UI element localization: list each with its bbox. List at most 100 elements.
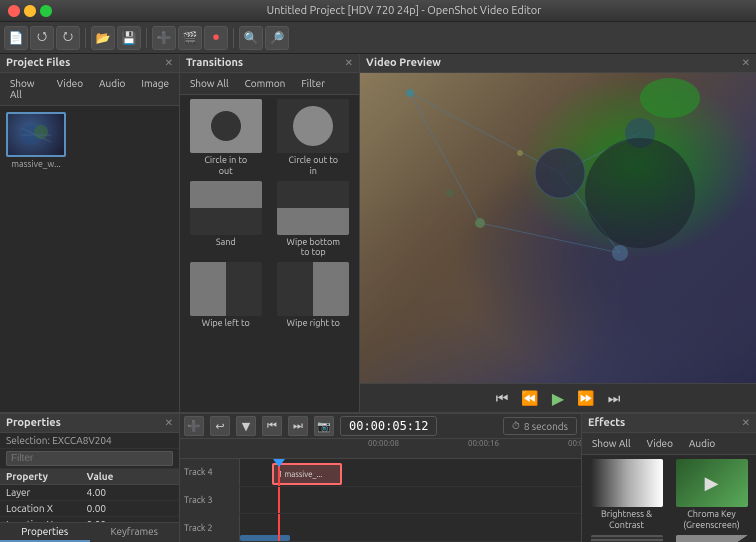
prop-locx-label: Location X — [0, 501, 81, 517]
close-button[interactable] — [8, 5, 20, 17]
track-4-area[interactable]: 1 massive_... — [240, 459, 581, 486]
prop-locx-value: 0.00 — [81, 501, 179, 517]
play-button[interactable]: ▶ — [547, 387, 569, 409]
properties-title: Properties — [6, 417, 61, 429]
effect-chromakey[interactable]: ▶ Chroma Key(Greenscreen) — [671, 459, 752, 531]
prop-layer-label: Layer — [0, 485, 81, 501]
project-files-panel: Project Files ✕ Show All Video Audio Ima… — [0, 54, 180, 412]
transitions-close[interactable]: ✕ — [345, 57, 353, 69]
effects-tab-audio[interactable]: Audio — [683, 436, 721, 451]
video-preview-title: Video Preview — [366, 57, 441, 69]
effects-title: Effects — [588, 417, 625, 429]
playhead[interactable] — [278, 459, 280, 486]
trans-tab-showall[interactable]: Show All — [184, 76, 235, 91]
video-preview-close[interactable]: ✕ — [742, 57, 750, 69]
tab-keyframes[interactable]: Keyframes — [90, 523, 180, 542]
timeline-prev-button[interactable]: ⏮ — [262, 416, 282, 436]
open-button[interactable]: 📂 — [91, 26, 115, 50]
effects-tab-showall[interactable]: Show All — [586, 436, 637, 451]
zoom-in-button[interactable]: 🔍 — [239, 26, 263, 50]
timeline-next-button[interactable]: ⏭ — [288, 416, 308, 436]
transition-circle-in[interactable]: Circle in toout — [184, 99, 268, 177]
rewind-to-start-button[interactable]: ⏮ — [491, 387, 513, 409]
track-3-label: Track 3 — [180, 487, 240, 514]
project-tab-image[interactable]: Image — [135, 76, 175, 102]
new-button[interactable]: 📄 — [4, 26, 28, 50]
timeline-snapshot-button[interactable]: 📷 — [314, 416, 334, 436]
file-thumb-inner — [8, 114, 64, 155]
effects-tabs: Show All Video Audio — [582, 433, 756, 455]
playhead-track2 — [278, 514, 280, 541]
timeline-undo-button[interactable]: ↩ — [210, 416, 230, 436]
window-controls[interactable] — [8, 5, 52, 17]
project-files-close[interactable]: ✕ — [165, 57, 173, 69]
prop-layer-value: 4.00 — [81, 485, 179, 501]
ruler-area: 00:00:08 00:00:16 00:00:24 00:00:32 — [300, 439, 581, 458]
track-3-area[interactable] — [240, 487, 581, 514]
track-3: Track 3 — [180, 487, 581, 515]
transition-wipe-bottom[interactable]: Wipe bottomto top — [272, 181, 356, 259]
fast-forward-button[interactable]: ⏩ — [575, 387, 597, 409]
main-area: Project Files ✕ Show All Video Audio Ima… — [0, 54, 756, 412]
transition-circle-out[interactable]: Circle out toin — [272, 99, 356, 177]
timeline-add-button[interactable]: ➕ — [184, 416, 204, 436]
preview-overlay — [360, 73, 756, 383]
effect-deinterlace-thumb — [591, 535, 663, 542]
transition-sand[interactable]: Sand — [184, 181, 268, 259]
effect-brightness[interactable]: Brightness &Contrast — [586, 459, 667, 531]
project-files-content: massive_w... — [0, 106, 179, 412]
window-title: Untitled Project [HDV 720 24p] - OpenSho… — [60, 5, 748, 17]
undo-button[interactable]: ⭯ — [30, 26, 54, 50]
record-button[interactable]: ⏺ — [204, 26, 228, 50]
track-4: Track 4 1 massive_... — [180, 459, 581, 487]
ruler-mark-8: 00:00:08 — [368, 439, 399, 448]
track-2-area[interactable] — [240, 514, 581, 541]
table-row: Location X 0.00 — [0, 501, 179, 517]
transition-wipe-left-label: Wipe left to — [202, 318, 250, 329]
transition-wipe-right[interactable]: Wipe right to — [272, 262, 356, 329]
transitions-tabs: Show All Common Filter — [180, 73, 359, 95]
file-item[interactable]: massive_w... — [6, 112, 66, 169]
toolbar-separator-2 — [146, 28, 147, 48]
transition-wipe-left[interactable]: Wipe left to — [184, 262, 268, 329]
clip-label: 1 massive_... — [278, 470, 322, 479]
effects-grid: Brightness &Contrast ▶ Chroma Key(Greens… — [582, 455, 756, 542]
skip-to-end-button[interactable]: ⏭ — [603, 387, 625, 409]
add-track-button[interactable]: ➕ — [152, 26, 176, 50]
effects-tab-video[interactable]: Video — [641, 436, 679, 451]
play-icon: ▶ — [705, 473, 719, 494]
preview-area — [360, 73, 756, 383]
project-tab-audio[interactable]: Audio — [93, 76, 131, 102]
project-tab-video[interactable]: Video — [51, 76, 89, 102]
playhead-marker — [273, 459, 285, 467]
effect-deinterlace[interactable]: Deinterlace — [586, 535, 667, 542]
save-button[interactable]: 💾 — [117, 26, 141, 50]
effects-close[interactable]: ✕ — [742, 417, 750, 429]
minimize-button[interactable] — [24, 5, 36, 17]
timeline-filter-button[interactable]: ▼ — [236, 416, 256, 436]
effect-brightness-thumb — [591, 459, 663, 507]
timeline-scroll-indicator[interactable] — [240, 535, 290, 541]
trans-tab-common[interactable]: Common — [239, 76, 292, 91]
transition-wipe-bottom-label: Wipe bottomto top — [286, 237, 340, 259]
tab-properties[interactable]: Properties — [0, 523, 90, 542]
properties-header: Properties ✕ — [0, 414, 179, 433]
file-thumbnail — [6, 112, 66, 157]
properties-filter-input[interactable] — [6, 451, 173, 466]
effect-chromakey-thumb: ▶ — [676, 459, 748, 507]
import-button[interactable]: 🎬 — [178, 26, 202, 50]
timeline-time-row: ➕ ↩ ▼ ⏮ ⏭ 📷 00:00:05:12 ⏱ 8 seconds — [180, 414, 581, 439]
project-tab-showall[interactable]: Show All — [4, 76, 47, 102]
effect-alphamask[interactable]: Alpha Mask/ Wipe Tra... — [671, 535, 752, 542]
redo-button[interactable]: ⭮ — [56, 26, 80, 50]
transitions-grid: Circle in toout Circle out toin Sand Wip… — [180, 95, 359, 333]
properties-table: Property Value Layer 4.00 Location X 0.0… — [0, 469, 179, 522]
transitions-title: Transitions — [186, 57, 243, 69]
rewind-button[interactable]: ⏪ — [519, 387, 541, 409]
ruler-mark-16: 00:00:16 — [468, 439, 499, 448]
trans-tab-filter[interactable]: Filter — [295, 76, 331, 91]
properties-close[interactable]: ✕ — [165, 417, 173, 429]
zoom-out-button[interactable]: 🔎 — [265, 26, 289, 50]
maximize-button[interactable] — [40, 5, 52, 17]
video-preview-panel: Video Preview ✕ — [360, 54, 756, 412]
